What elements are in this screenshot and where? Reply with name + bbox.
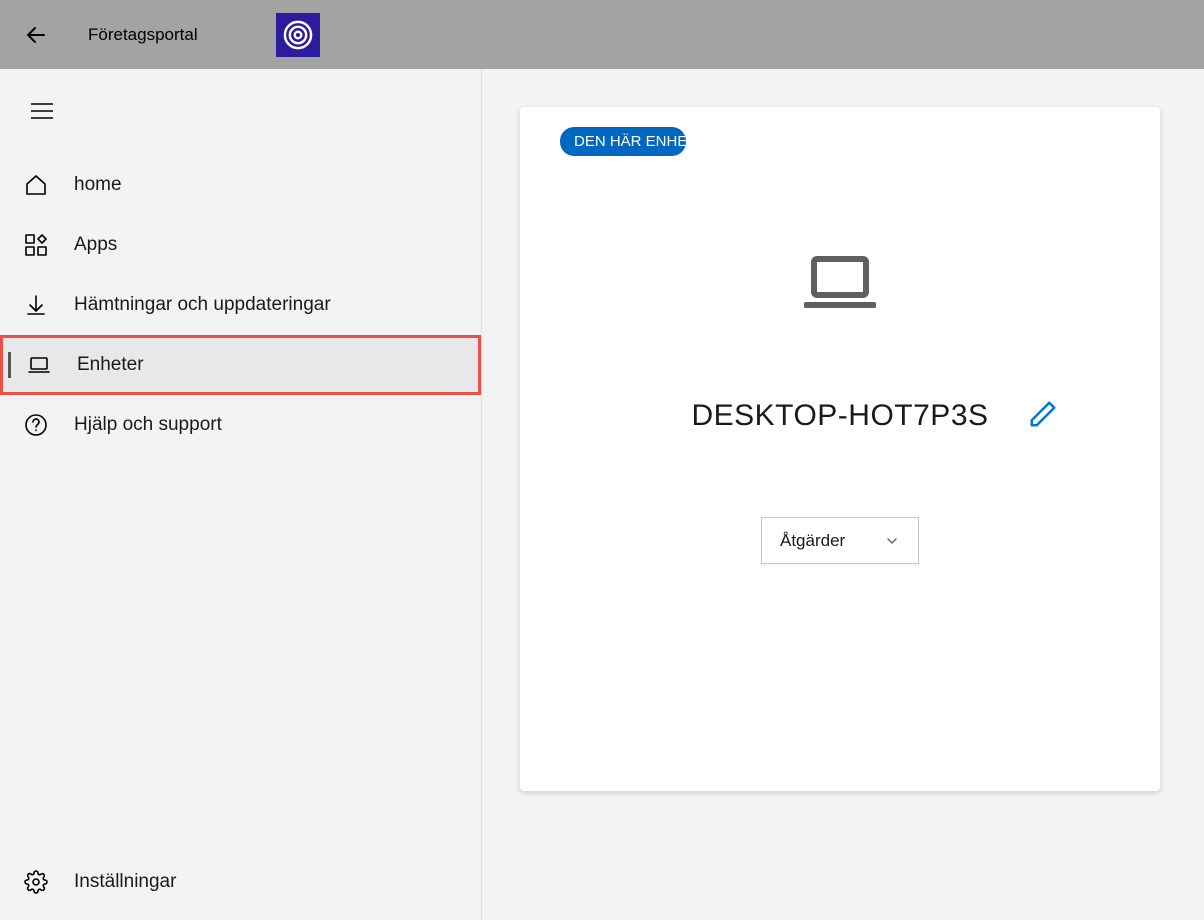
sidebar-item-help[interactable]: Hjälp och support: [0, 395, 481, 455]
home-icon: [24, 173, 48, 197]
sidebar-item-settings[interactable]: Inställningar: [0, 852, 481, 912]
actions-dropdown[interactable]: Åtgärder: [761, 517, 919, 564]
this-device-badge: DEN HÄR ENHETEN: [560, 127, 686, 156]
sidebar-spacer: [0, 455, 481, 852]
hamburger-button[interactable]: [22, 91, 62, 131]
main-content: DEN HÄR ENHETEN DESKTOP-HOT7P3S Åtgärder: [482, 69, 1204, 920]
actions-label: Åtgärder: [780, 531, 845, 551]
sidebar-item-devices[interactable]: Enheter: [0, 335, 481, 395]
sidebar-item-label: Apps: [74, 234, 117, 256]
spiral-icon: [280, 17, 316, 53]
sidebar-item-label: Hjälp och support: [74, 414, 222, 436]
help-icon: [24, 413, 48, 437]
arrow-left-icon: [24, 23, 48, 47]
app-logo: [276, 13, 320, 57]
apps-icon: [24, 233, 48, 257]
chevron-down-icon: [884, 533, 900, 549]
sidebar-item-label: Inställningar: [74, 871, 176, 893]
sidebar-item-apps[interactable]: Apps: [0, 215, 481, 275]
gear-icon: [24, 870, 48, 894]
sidebar-item-label: Enheter: [77, 354, 144, 376]
download-icon: [24, 293, 48, 317]
device-name: DESKTOP-HOT7P3S: [691, 399, 988, 433]
sidebar-item-label: Hämtningar och uppdateringar: [74, 294, 331, 316]
device-card: DEN HÄR ENHETEN DESKTOP-HOT7P3S Åtgärder: [520, 107, 1160, 791]
app-title: Företagsportal: [88, 25, 198, 45]
pencil-icon: [1028, 399, 1058, 429]
laptop-icon: [27, 353, 51, 377]
edit-name-button[interactable]: [1028, 399, 1058, 434]
laptop-large-icon: [804, 255, 876, 311]
sidebar-item-downloads[interactable]: Hämtningar och uppdateringar: [0, 275, 481, 335]
back-button[interactable]: [22, 21, 50, 49]
sidebar-item-home[interactable]: home: [0, 155, 481, 215]
sidebar: home Apps Hämtningar och: [0, 69, 482, 920]
hamburger-icon: [31, 103, 53, 119]
device-name-row: DESKTOP-HOT7P3S: [520, 399, 1160, 433]
sidebar-item-label: home: [74, 174, 122, 196]
titlebar: Företagsportal: [0, 0, 1204, 69]
body: home Apps Hämtningar och: [0, 69, 1204, 920]
device-icon-wrap: [520, 255, 1160, 311]
